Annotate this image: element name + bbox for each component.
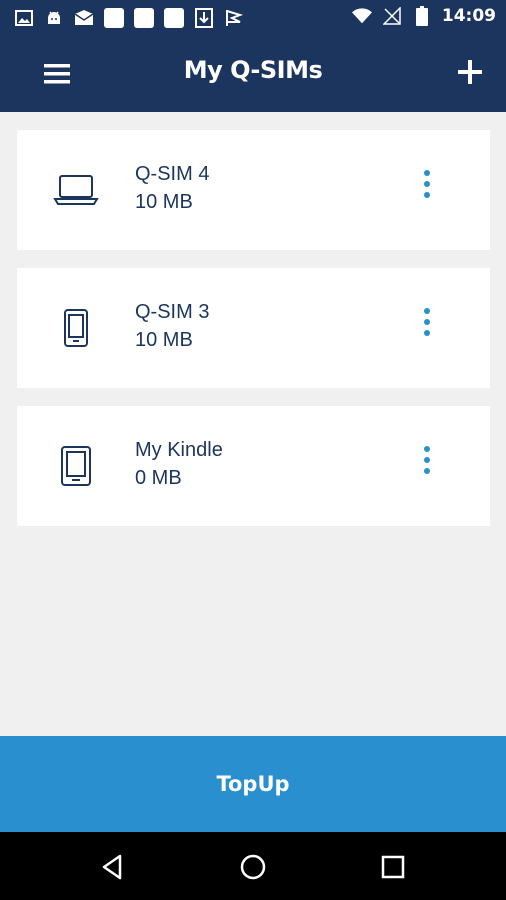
sim-name: Q-SIM 4 (135, 163, 210, 185)
system-icons: 14:09 (351, 6, 496, 26)
more-options-icon[interactable] (420, 168, 434, 200)
sim-card-q-sim-3[interactable]: Q-SIM 3 10 MB (17, 268, 490, 388)
notification-icons (14, 8, 244, 28)
app-icon (134, 8, 154, 28)
status-bar: 14:09 (0, 0, 506, 36)
app-bar: My Q-SIMs (0, 36, 506, 112)
recents-icon[interactable] (376, 850, 410, 884)
back-icon[interactable] (96, 850, 130, 884)
sim-card-my-kindle[interactable]: My Kindle 0 MB (17, 406, 490, 526)
mail-icon (74, 8, 94, 28)
page-title: My Q-SIMs (183, 56, 323, 84)
phone-icon (53, 308, 99, 348)
wifi-icon (351, 6, 372, 26)
tablet-icon (53, 446, 99, 486)
sim-data-amount: 10 MB (135, 191, 193, 213)
app-icon (164, 8, 184, 28)
download-icon (194, 8, 214, 28)
more-options-icon[interactable] (420, 444, 434, 476)
more-options-icon[interactable] (420, 306, 434, 338)
sim-list: Q-SIM 4 10 MB Q-SIM 3 10 MB My Kindle 0 … (17, 130, 490, 544)
battery-icon (412, 6, 432, 26)
image-icon (14, 8, 34, 28)
home-icon[interactable] (236, 850, 270, 884)
sim-name: My Kindle (135, 439, 223, 461)
app-icon (104, 8, 124, 28)
android-icon (44, 8, 64, 28)
sim-name: Q-SIM 3 (135, 301, 210, 323)
laptop-icon (53, 170, 99, 210)
sim-card-q-sim-4[interactable]: Q-SIM 4 10 MB (17, 130, 490, 250)
sim-data-amount: 10 MB (135, 329, 193, 351)
check-flag-icon (224, 8, 244, 28)
status-time: 14:09 (441, 6, 496, 26)
sim-data-amount: 0 MB (135, 467, 182, 489)
topup-button[interactable]: TopUp (0, 736, 506, 832)
no-signal-icon (382, 6, 402, 26)
navigation-bar (0, 832, 506, 900)
plus-icon[interactable] (452, 54, 488, 90)
